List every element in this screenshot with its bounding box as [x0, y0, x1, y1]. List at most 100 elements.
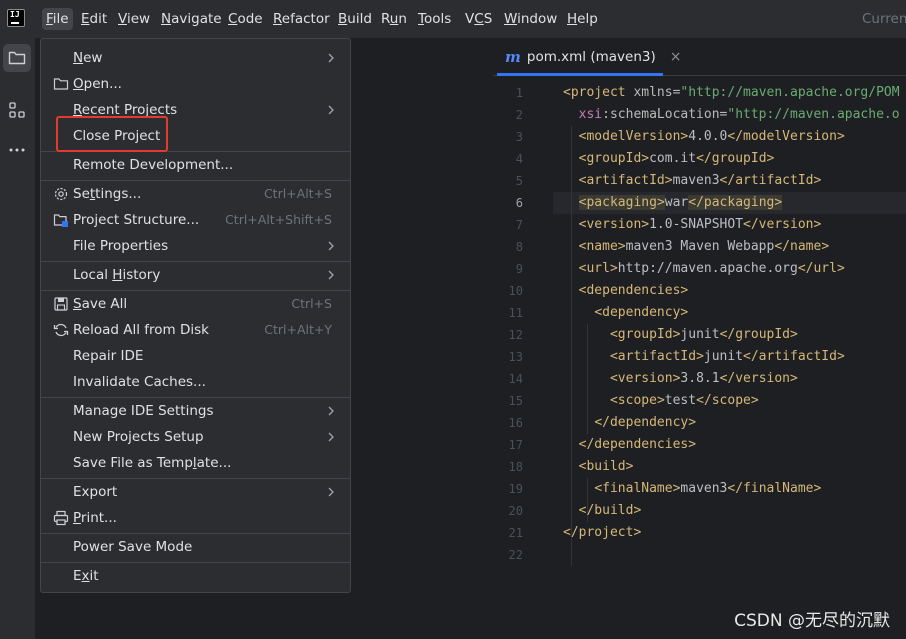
menu-item-label: New Projects Setup [73, 429, 204, 445]
menu-item-label: Print... [73, 510, 117, 526]
logo-text: IJ [10, 10, 20, 19]
menu-item-rest: ew [83, 50, 103, 66]
menu-build[interactable]: Build [334, 8, 376, 30]
menu-item-label: Settings... [73, 186, 142, 202]
code-area[interactable]: <project xmlns="http://maven.apache.org/… [563, 82, 906, 566]
intellij-logo-icon[interactable]: IJ [7, 9, 25, 27]
menu-item-local-history[interactable]: Local History [41, 262, 350, 288]
code-line: <artifactId>junit</artifactId> [609, 349, 845, 364]
tab-close-icon[interactable]: × [670, 49, 682, 65]
editor-panel: m pom.xml (maven3) × 1 2 3 4 5 6 7 8 9 10 11 12 13 14… [493, 38, 906, 639]
menu-window[interactable]: Window [500, 8, 561, 30]
more-tools-button[interactable] [3, 136, 31, 164]
gear-icon [54, 187, 68, 201]
line-number: 3 [515, 130, 523, 144]
chevron-right-icon [328, 270, 334, 280]
maven-m-icon: m [505, 48, 521, 66]
line-number-gutter: 1 2 3 4 5 6 7 8 9 10 11 12 13 14 15 16 17 18 19 20 21 22 [493, 82, 553, 566]
menu-item-project-structure[interactable]: Project Structure... Ctrl+Alt+Shift+S [41, 207, 350, 233]
code-line: xsi:schemaLocation="http://maven.apache.… [578, 107, 900, 122]
current-file-label[interactable]: Current [862, 8, 906, 30]
editor-tab-bar: m pom.xml (maven3) × [493, 38, 906, 76]
menu-item-label: Project Structure... [73, 212, 200, 228]
code-line: <version>3.8.1</version> [609, 371, 798, 386]
menu-item-shortcut: Ctrl+S [291, 296, 332, 311]
menu-item-open[interactable]: Open... [41, 71, 350, 97]
code-line: <build> [578, 459, 634, 474]
menu-item-label: Reload All from Disk [73, 322, 209, 338]
active-tab-indicator [497, 73, 663, 76]
line-number: 1 [515, 86, 523, 100]
menu-navigate[interactable]: Navigate [157, 8, 226, 30]
menu-item-repair-ide[interactable]: Repair IDE [41, 343, 350, 369]
menu-file[interactable]: File [42, 8, 73, 30]
project-tool-button[interactable] [3, 44, 31, 72]
line-number: 10 [508, 284, 523, 298]
menu-vcs[interactable]: VCS [461, 8, 496, 30]
menu-item-shortcut: Ctrl+Alt+Shift+S [225, 212, 332, 227]
menu-item-label: Repair IDE [73, 348, 144, 364]
structure-tool-button[interactable] [3, 96, 31, 124]
menu-item-label: Export [73, 484, 118, 500]
menu-vcs-label: VCS [465, 11, 493, 27]
menu-code[interactable]: Code [224, 8, 267, 30]
menu-item-new[interactable]: New [41, 45, 350, 71]
menu-item-file-properties[interactable]: File Properties [41, 233, 350, 259]
code-line: </project> [563, 525, 642, 540]
menu-window-label: Window [504, 11, 558, 27]
code-line: <project xmlns="http://maven.apache.org/… [563, 85, 900, 100]
menu-item-label: File Properties [73, 238, 169, 254]
menu-item-export[interactable]: Export [41, 479, 350, 505]
menu-item-label: Invalidate Caches... [73, 374, 206, 390]
menu-help[interactable]: Help [563, 8, 602, 30]
menu-item-save-as-template[interactable]: Save File as Template... [41, 450, 350, 476]
mnemonic-letter: T [418, 11, 424, 27]
menu-item-shortcut: Ctrl+Alt+Y [264, 322, 332, 337]
line-number: 20 [508, 504, 523, 518]
menu-tools[interactable]: Tools [414, 8, 455, 30]
menu-view[interactable]: View [114, 8, 154, 30]
mnemonic-letter: E [81, 11, 90, 27]
menu-edit-label: Edit [81, 11, 108, 27]
code-line: <dependencies> [578, 283, 689, 298]
code-line: <scope>test</scope> [609, 393, 759, 408]
menu-item-new-projects-setup[interactable]: New Projects Setup [41, 424, 350, 450]
line-number: 16 [508, 416, 523, 430]
folder-icon [8, 51, 26, 65]
code-line: <artifactId>maven3</artifactId> [578, 173, 822, 188]
menu-item-save-all[interactable]: Save All Ctrl+S [41, 291, 350, 317]
line-number: 22 [508, 548, 523, 562]
chevron-right-icon [328, 432, 334, 442]
menu-refactor[interactable]: Refactor [269, 8, 334, 30]
menu-build-label: Build [338, 11, 372, 27]
line-number: 12 [508, 328, 523, 342]
project-structure-icon [53, 214, 68, 227]
menu-item-power-save-mode[interactable]: Power Save Mode [41, 534, 350, 560]
line-number: 8 [515, 240, 523, 254]
menu-item-settings[interactable]: Settings... Ctrl+Alt+S [41, 181, 350, 207]
mnemonic-letter: B [338, 11, 348, 27]
mnemonic-letter: N [161, 11, 172, 27]
menu-item-label: Open... [73, 76, 122, 92]
chevron-right-icon [328, 105, 334, 115]
menu-item-print[interactable]: Print... [41, 505, 350, 531]
menu-bar: IJ File Edit View Navigate Code Refactor… [0, 0, 906, 38]
menu-item-manage-ide-settings[interactable]: Manage IDE Settings [41, 398, 350, 424]
line-number: 13 [508, 350, 523, 364]
menu-item-exit[interactable]: Exit [41, 563, 350, 589]
line-number: 17 [508, 438, 523, 452]
menu-item-remote-development[interactable]: Remote Development... [41, 152, 350, 178]
menu-item-label: Save File as Template... [73, 455, 232, 471]
annotation-highlight-box [56, 116, 168, 152]
menu-run[interactable]: Run [377, 8, 411, 30]
code-line: <groupId>com.it</groupId> [578, 151, 775, 166]
menu-refactor-label: Refactor [273, 11, 330, 27]
more-icon [9, 148, 25, 152]
menu-help-label: Help [567, 11, 598, 27]
menu-edit[interactable]: Edit [77, 8, 111, 30]
editor-tab-pom[interactable]: m pom.xml (maven3) × [493, 38, 691, 76]
code-line: <groupId>junit</groupId> [609, 327, 798, 342]
menu-item-invalidate-caches[interactable]: Invalidate Caches... [41, 369, 350, 395]
menu-item-reload-all[interactable]: Reload All from Disk Ctrl+Alt+Y [41, 317, 350, 343]
